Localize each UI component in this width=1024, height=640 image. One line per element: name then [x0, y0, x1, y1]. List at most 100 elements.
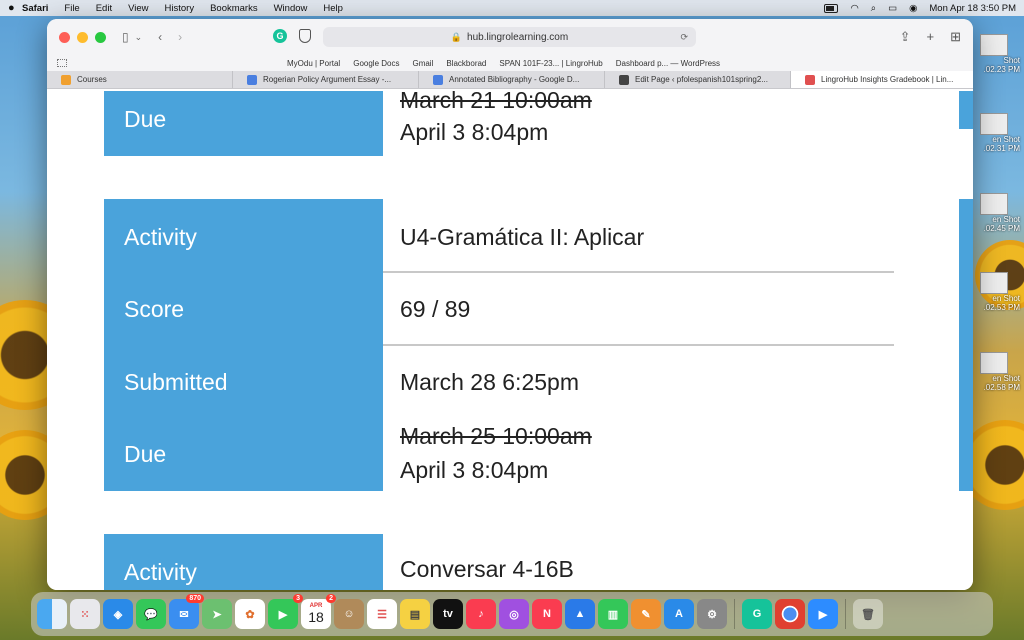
file-thumbnail	[980, 34, 1008, 56]
tab-courses[interactable]: Courses	[47, 71, 233, 88]
original-due-date: March 21 10:00am	[400, 91, 592, 113]
calendar-icon[interactable]: APR 18 2	[301, 594, 336, 629]
menu-clock[interactable]: Mon Apr 18 3:50 PM	[929, 3, 1016, 14]
keynote-icon[interactable]: ▲	[565, 599, 595, 629]
new-tab-icon[interactable]: +	[927, 29, 935, 45]
bookmark-gmail[interactable]: Gmail	[412, 59, 433, 68]
file-name-line2: .02.23 PM	[983, 65, 1020, 74]
google-docs-favicon	[247, 74, 257, 85]
sidebar-toggle-icon[interactable]: ▯	[122, 30, 129, 44]
desktop-file-screenshot[interactable]: en Shot .02.58 PM	[966, 352, 1020, 392]
wifi-icon[interactable]: ◠	[850, 3, 858, 14]
file-name-line2: .02.31 PM	[983, 144, 1020, 153]
activity-card: Due March 21 10:00am April 3 8:04pm	[104, 91, 894, 156]
minimize-window-button[interactable]	[77, 31, 88, 43]
favorites-grid-icon[interactable]	[57, 59, 67, 67]
photos-icon[interactable]: ✿	[235, 599, 265, 629]
tab-label: LingroHub Insights Gradebook | Lin...	[821, 75, 954, 84]
desktop-file-screenshot[interactable]: en Shot .02.31 PM	[966, 113, 1020, 153]
contacts-icon[interactable]: ☺	[334, 599, 364, 629]
menu-help[interactable]: Help	[323, 3, 343, 14]
row-divider	[383, 271, 894, 273]
bookmark-blackboard[interactable]: Blackborad	[446, 59, 486, 68]
menu-history[interactable]: History	[165, 3, 195, 14]
battery-icon[interactable]	[824, 3, 839, 13]
tab-label: Courses	[77, 75, 107, 84]
submitted-label: Submitted	[124, 369, 228, 395]
safari-icon[interactable]: ◈	[103, 599, 133, 629]
file-name-line1: en Shot	[992, 215, 1020, 224]
menu-file[interactable]: File	[64, 3, 79, 14]
close-window-button[interactable]	[59, 31, 70, 43]
notes-icon[interactable]: ▤	[400, 599, 430, 629]
spotlight-search-icon[interactable]: ⌕	[871, 3, 876, 14]
control-center-icon[interactable]: ▭	[888, 3, 897, 14]
back-button[interactable]: ‹	[158, 30, 162, 44]
tab-rogerian-essay[interactable]: Rogerian Policy Argument Essay -...	[233, 71, 419, 88]
file-name-line2: .02.58 PM	[983, 383, 1020, 392]
file-thumbnail	[980, 193, 1008, 215]
apple-tv-icon[interactable]: tv	[433, 599, 463, 629]
bookmark-span101[interactable]: SPAN 101F-23... | LingroHub	[499, 59, 602, 68]
desktop-file-screenshot[interactable]: Shot .02.23 PM	[966, 34, 1020, 74]
podcasts-icon[interactable]: ◎	[499, 599, 529, 629]
menu-bookmarks[interactable]: Bookmarks	[210, 3, 258, 14]
file-name-line1: en Shot	[992, 374, 1020, 383]
messages-icon[interactable]: 💬	[136, 599, 166, 629]
activity-label: Activity	[124, 224, 197, 250]
file-thumbnail	[980, 352, 1008, 374]
news-icon[interactable]: N	[532, 599, 562, 629]
desktop-file-screenshot[interactable]: en Shot .02.53 PM	[966, 272, 1020, 312]
launchpad-icon[interactable]: ⁙	[70, 599, 100, 629]
maps-icon[interactable]: ➤	[202, 599, 232, 629]
desktop-file-screenshot[interactable]: en Shot .02.45 PM	[966, 193, 1020, 233]
address-url: hub.lingrolearning.com	[467, 31, 569, 43]
file-name-line1: en Shot	[992, 294, 1020, 303]
forward-button[interactable]: ›	[178, 30, 182, 44]
tab-annotated-bibliography[interactable]: Annotated Bibliography - Google D...	[419, 71, 605, 88]
dock-separator	[734, 599, 735, 629]
menu-edit[interactable]: Edit	[96, 3, 112, 14]
file-thumbnail	[980, 113, 1008, 135]
right-edge-accent	[959, 199, 973, 491]
courses-favicon	[61, 74, 71, 85]
zoom-icon[interactable]: ▶	[808, 599, 838, 629]
pages-icon[interactable]: ✎	[631, 599, 661, 629]
tab-edit-page[interactable]: Edit Page ‹ pfolespanish101spring2...	[605, 71, 791, 88]
tab-overview-icon[interactable]: ⊞	[950, 29, 961, 45]
address-bar[interactable]: 🔒 hub.lingrolearning.com ⟳	[323, 27, 696, 47]
music-icon[interactable]: ♪	[466, 599, 496, 629]
siri-icon[interactable]: ◉	[909, 3, 917, 14]
bookmark-wordpress[interactable]: Dashboard p... — WordPress	[616, 59, 720, 68]
facetime-icon[interactable]: ▶ 3	[268, 594, 303, 629]
mail-badge: 870	[186, 594, 204, 603]
zoom-window-button[interactable]	[95, 31, 106, 43]
system-preferences-icon[interactable]: ⚙	[697, 599, 727, 629]
original-due-date: March 25 10:00am	[400, 423, 592, 449]
reload-icon[interactable]: ⟳	[680, 32, 688, 43]
numbers-icon[interactable]: ▥	[598, 599, 628, 629]
trash-icon[interactable]: 🗑	[853, 599, 883, 629]
app-store-icon[interactable]: A	[664, 599, 694, 629]
tab-label: Edit Page ‹ pfolespanish101spring2...	[635, 75, 768, 84]
browser-toolbar: ▯ ⌄ ‹ › G 🔒 hub.lingrolearning.com ⟳ ⇪ +…	[47, 19, 973, 55]
grammarly-icon[interactable]: G	[742, 599, 772, 629]
privacy-shield-icon[interactable]	[299, 29, 311, 43]
mail-icon[interactable]: ✉ 870	[169, 594, 204, 629]
activity-label: Activity	[124, 559, 197, 585]
bookmark-myodu[interactable]: MyOdu | Portal	[287, 59, 340, 68]
apple-menu-icon[interactable]: ●	[8, 2, 22, 14]
menu-app-name[interactable]: Safari	[22, 3, 48, 14]
tab-label: Rogerian Policy Argument Essay -...	[263, 75, 392, 84]
menu-view[interactable]: View	[128, 3, 148, 14]
finder-icon[interactable]	[37, 599, 67, 629]
chevron-down-icon[interactable]: ⌄	[135, 32, 143, 43]
due-label: Due	[124, 106, 167, 132]
share-icon[interactable]: ⇪	[900, 29, 911, 45]
bookmark-google-docs[interactable]: Google Docs	[353, 59, 399, 68]
menu-window[interactable]: Window	[274, 3, 308, 14]
grammarly-extension-icon[interactable]: G	[273, 29, 287, 43]
reminders-icon[interactable]: ☰	[367, 599, 397, 629]
tab-gradebook[interactable]: LingroHub Insights Gradebook | Lin...	[791, 71, 973, 88]
chrome-icon[interactable]	[775, 599, 805, 629]
